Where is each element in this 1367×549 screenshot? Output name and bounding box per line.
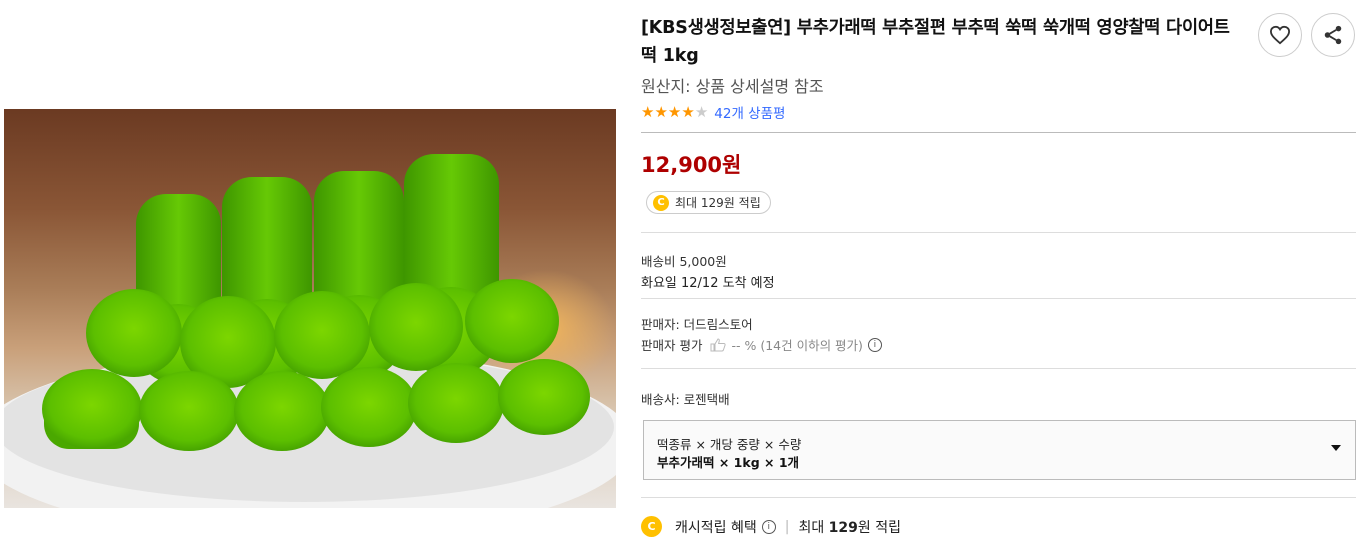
option-value: 부추가래떡 × 1kg × 1개: [657, 455, 800, 470]
divider: [641, 497, 1356, 498]
cash-benefit: C 캐시적립 혜택 i | 최대 129원 적립: [641, 516, 901, 537]
option-label: 떡종류 × 개당 중량 × 수량: [657, 437, 802, 452]
share-icon: [1324, 25, 1342, 45]
courier: 배송사: 로젠택배: [641, 392, 730, 407]
product-title: [KBS생생정보출연] 부추가래떡 부추절편 부추떡 쑥떡 쑥개떡 영양찰떡 다…: [641, 18, 1230, 66]
sale-price: 12,900원: [641, 153, 742, 177]
seller-rating-label: 판매자 평가: [641, 338, 703, 353]
share-button[interactable]: [1311, 13, 1355, 57]
cash-benefit-value: 최대 129원 적립: [798, 517, 901, 537]
coin-icon: C: [653, 194, 669, 211]
product-image[interactable]: [4, 109, 616, 508]
thumb-icon: [710, 337, 727, 351]
star-empty-icon: ★: [694, 102, 709, 121]
coin-icon: C: [641, 516, 662, 537]
shipping-fee: 배송비 5,000원: [641, 254, 727, 269]
seller-name: 판매자: 더드림스토어: [641, 317, 753, 332]
review-count-link[interactable]: 42개 상품평: [714, 102, 785, 122]
caret-down-icon: [1331, 445, 1341, 451]
wishlist-button[interactable]: [1258, 13, 1302, 57]
info-icon[interactable]: i: [761, 519, 776, 534]
reward-badge-text: 최대 129원 적립: [675, 196, 761, 210]
divider: [641, 368, 1356, 369]
seller-rating-value: -- % (14건 이하의 평가): [731, 338, 863, 353]
star-filled-icon: ★: [641, 102, 655, 121]
heart-icon: [1269, 25, 1291, 45]
origin-info: 원산지: 상품 상세설명 참조: [641, 77, 824, 96]
star-filled-icon: ★: [654, 102, 668, 121]
cash-benefit-suffix: 원 적립: [857, 519, 901, 536]
separator: |: [784, 518, 790, 535]
rice-cake-illustration: [4, 154, 616, 508]
divider: [641, 132, 1356, 133]
arrival-date: 화요일 12/12 도착 예정: [641, 276, 775, 291]
rating-stars: ★ ★ ★ ★ ★: [641, 102, 709, 121]
divider: [641, 232, 1356, 233]
cash-benefit-prefix: 최대: [798, 519, 829, 536]
reward-badge[interactable]: C 최대 129원 적립: [646, 191, 771, 214]
star-filled-icon: ★: [681, 102, 695, 121]
divider: [641, 298, 1356, 299]
cash-benefit-amount: 129: [828, 519, 858, 536]
cash-benefit-label: 캐시적립 혜택: [675, 519, 757, 536]
seller-rating: 판매자 평가 -- % (14건 이하의 평가) i: [641, 335, 882, 354]
rating-row: ★ ★ ★ ★ ★ 42개 상품평: [641, 102, 785, 122]
info-icon[interactable]: i: [867, 337, 882, 352]
star-filled-icon: ★: [667, 102, 682, 121]
option-select[interactable]: 떡종류 × 개당 중량 × 수량 부추가래떡 × 1kg × 1개: [643, 420, 1356, 480]
